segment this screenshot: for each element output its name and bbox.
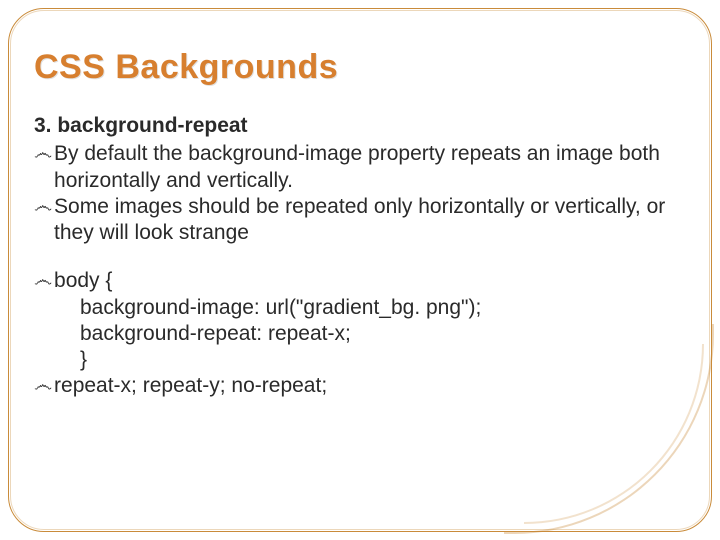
bullet-item: ෴ Some images should be repeated only ho… bbox=[34, 194, 686, 247]
bullet-glyph-icon: ෴ bbox=[34, 268, 52, 294]
bullet-text: By default the background-image property… bbox=[54, 141, 686, 194]
section-number-heading: 3. background-repeat bbox=[34, 113, 686, 139]
bullet-glyph-icon: ෴ bbox=[34, 194, 52, 220]
body-text: 3. background-repeat ෴ By default the ba… bbox=[34, 113, 686, 400]
bullet-item: ෴ By default the background-image proper… bbox=[34, 141, 686, 194]
bullet-glyph-icon: ෴ bbox=[34, 373, 52, 399]
code-line: body { bbox=[54, 268, 686, 294]
spacer bbox=[34, 246, 686, 268]
content-area: CSS Backgrounds 3. background-repeat ෴ B… bbox=[34, 24, 686, 516]
code-line: background-image: url("gradient_bg. png"… bbox=[80, 295, 686, 321]
bullet-text: repeat-x; repeat-y; no-repeat; bbox=[54, 373, 686, 399]
bullet-item: ෴ body { bbox=[34, 268, 686, 294]
code-line: background-repeat: repeat-x; bbox=[80, 321, 686, 347]
code-line: } bbox=[80, 347, 686, 373]
bullet-text: Some images should be repeated only hori… bbox=[54, 194, 686, 247]
slide-title: CSS Backgrounds bbox=[34, 48, 686, 87]
bullet-glyph-icon: ෴ bbox=[34, 141, 52, 167]
slide: CSS Backgrounds 3. background-repeat ෴ B… bbox=[0, 0, 720, 540]
bullet-item: ෴ repeat-x; repeat-y; no-repeat; bbox=[34, 373, 686, 399]
